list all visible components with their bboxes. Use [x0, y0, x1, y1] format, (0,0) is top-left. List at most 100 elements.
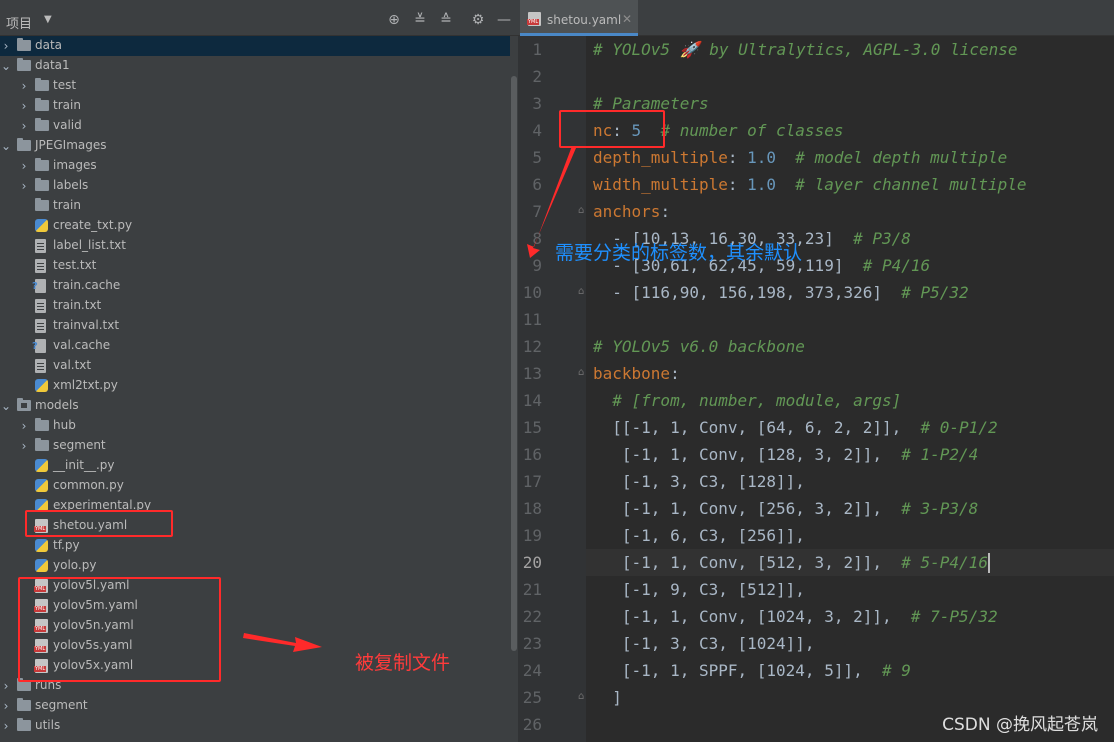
- minimize-icon[interactable]: —: [496, 12, 512, 28]
- chevron-right-icon[interactable]: ›: [0, 677, 12, 695]
- folder-icon: [35, 78, 49, 91]
- tree-item-label: tf.py: [53, 538, 80, 552]
- code-line[interactable]: width_multiple: 1.0 # layer channel mult…: [593, 171, 1026, 198]
- code-line[interactable]: backbone:: [593, 360, 680, 387]
- tree-item[interactable]: › test: [0, 76, 510, 96]
- unknown-file-icon: [32, 279, 46, 293]
- code-line[interactable]: [-1, 1, SPPF, [1024, 5]], # 9: [593, 657, 911, 684]
- tree-item[interactable]: › segment: [0, 696, 510, 716]
- code-token: [-1, 6, C3, [256]],: [593, 526, 805, 545]
- fold-marker-icon[interactable]: ⌂: [578, 367, 588, 379]
- tree-item[interactable]: val.txt: [0, 356, 510, 376]
- tree-item[interactable]: val.cache: [0, 336, 510, 356]
- locate-icon[interactable]: ⊕: [386, 12, 402, 28]
- chevron-right-icon[interactable]: ›: [18, 417, 30, 435]
- code-token: [-1, 1, Conv, [128, 3, 2]],: [593, 445, 902, 464]
- code-line[interactable]: - [116,90, 156,198, 373,326] # P5/32: [593, 279, 969, 306]
- code-token: # P5/32: [901, 283, 969, 302]
- text-file-icon: [35, 319, 46, 333]
- chevron-down-icon[interactable]: ▼: [44, 14, 52, 25]
- code-line[interactable]: [-1, 1, Conv, [1024, 3, 2]], # 7-P5/32: [593, 603, 998, 630]
- line-number: 13: [522, 364, 542, 383]
- tree-item[interactable]: ⌄ data1: [0, 56, 510, 76]
- fold-marker-icon[interactable]: ⌂: [578, 286, 588, 298]
- tree-item[interactable]: ⌄ models: [0, 396, 510, 416]
- chevron-right-icon[interactable]: ›: [18, 97, 30, 115]
- tree-item[interactable]: yolo.py: [0, 556, 510, 576]
- chevron-down-icon[interactable]: ⌄: [0, 57, 12, 75]
- tree-item[interactable]: › train: [0, 96, 510, 116]
- scrollbar-thumb[interactable]: [511, 76, 517, 651]
- tree-item[interactable]: › labels: [0, 176, 510, 196]
- tree-item[interactable]: test.txt: [0, 256, 510, 276]
- chevron-down-icon[interactable]: ⌄: [0, 137, 12, 155]
- tree-item[interactable]: __init__.py: [0, 456, 510, 476]
- code-line[interactable]: anchors:: [593, 198, 670, 225]
- chevron-right-icon[interactable]: ›: [0, 697, 12, 715]
- code-line[interactable]: depth_multiple: 1.0 # model depth multip…: [593, 144, 1007, 171]
- code-line[interactable]: [-1, 3, C3, [1024]],: [593, 630, 815, 657]
- watermark: CSDN @挽风起苍岚: [942, 715, 1098, 735]
- code-line[interactable]: [-1, 9, C3, [512]],: [593, 576, 805, 603]
- tree-item[interactable]: › valid: [0, 116, 510, 136]
- code-line[interactable]: # YOLOv5 v6.0 backbone: [593, 333, 805, 360]
- code-line[interactable]: ]: [593, 684, 622, 711]
- tree-item[interactable]: train: [0, 196, 510, 216]
- tree-item-label: xml2txt.py: [53, 378, 118, 392]
- chevron-right-icon[interactable]: ›: [0, 37, 12, 55]
- chevron-right-icon[interactable]: ›: [18, 157, 30, 175]
- line-number: 12: [522, 337, 542, 356]
- code-token: :: [727, 175, 748, 194]
- folder-icon: [17, 718, 31, 731]
- code-token: 1.0: [747, 175, 777, 194]
- tree-item[interactable]: › segment: [0, 436, 510, 456]
- tree-item[interactable]: trainval.txt: [0, 316, 510, 336]
- gear-icon[interactable]: ⚙: [470, 12, 486, 28]
- tree-item[interactable]: xml2txt.py: [0, 376, 510, 396]
- tree-item[interactable]: tf.py: [0, 536, 510, 556]
- chevron-down-icon[interactable]: ⌄: [0, 397, 12, 415]
- tab-shetou-yaml[interactable]: shetou.yaml ✕: [520, 0, 638, 36]
- code-line[interactable]: # [from, number, module, args]: [593, 387, 901, 414]
- tree-item[interactable]: common.py: [0, 476, 510, 496]
- project-scrollbar[interactable]: [510, 36, 518, 742]
- tree-item-label: train: [53, 198, 81, 212]
- tree-item[interactable]: train.cache: [0, 276, 510, 296]
- fold-marker-icon[interactable]: ⌂: [578, 205, 588, 217]
- editor-tabbar: shetou.yaml ✕: [518, 0, 1114, 36]
- close-icon[interactable]: ✕: [622, 12, 632, 26]
- tree-item-label: JPEGImages: [35, 138, 107, 152]
- code-token: [-1, 1, Conv, [256, 3, 2]],: [593, 499, 902, 518]
- code-line[interactable]: [-1, 3, C3, [128]],: [593, 468, 805, 495]
- tree-item[interactable]: train.txt: [0, 296, 510, 316]
- code-token: # model depth multiple: [795, 148, 1008, 167]
- chevron-right-icon[interactable]: ›: [18, 77, 30, 95]
- collapse-all-icon[interactable]: ≙: [438, 12, 454, 28]
- code-token: [-1, 1, SPPF, [1024, 5]],: [593, 661, 882, 680]
- project-title[interactable]: 项目: [6, 13, 32, 32]
- expand-all-icon[interactable]: ≚: [412, 12, 428, 28]
- module-folder-icon: [17, 398, 31, 411]
- chevron-right-icon[interactable]: ›: [18, 177, 30, 195]
- code-line[interactable]: [-1, 1, Conv, [128, 3, 2]], # 1-P2/4: [593, 441, 978, 468]
- tree-item[interactable]: › data: [0, 36, 510, 56]
- chevron-right-icon[interactable]: ›: [0, 717, 12, 735]
- nc-highlight-box: [559, 110, 665, 148]
- tree-item-label: val.txt: [53, 358, 92, 372]
- tree-item[interactable]: › utils: [0, 716, 510, 736]
- chevron-right-icon[interactable]: ›: [18, 437, 30, 455]
- code-line[interactable]: [-1, 1, Conv, [512, 3, 2]], # 5-P4/16: [593, 549, 988, 576]
- code-line[interactable]: [-1, 6, C3, [256]],: [593, 522, 805, 549]
- tree-item[interactable]: create_txt.py: [0, 216, 510, 236]
- tree-item[interactable]: › images: [0, 156, 510, 176]
- code-line[interactable]: [[-1, 1, Conv, [64, 6, 2, 2]], # 0-P1/2: [593, 414, 997, 441]
- tree-item[interactable]: ⌄ JPEGImages: [0, 136, 510, 156]
- code-line[interactable]: [-1, 1, Conv, [256, 3, 2]], # 3-P3/8: [593, 495, 978, 522]
- line-number: 25: [522, 688, 542, 707]
- tree-item[interactable]: label_list.txt: [0, 236, 510, 256]
- fold-marker-icon[interactable]: ⌂: [578, 691, 588, 703]
- tree-item-label: data1: [35, 58, 70, 72]
- tree-item[interactable]: › hub: [0, 416, 510, 436]
- chevron-right-icon[interactable]: ›: [18, 117, 30, 135]
- code-line[interactable]: # YOLOv5 🚀 by Ultralytics, AGPL-3.0 lice…: [593, 36, 1018, 63]
